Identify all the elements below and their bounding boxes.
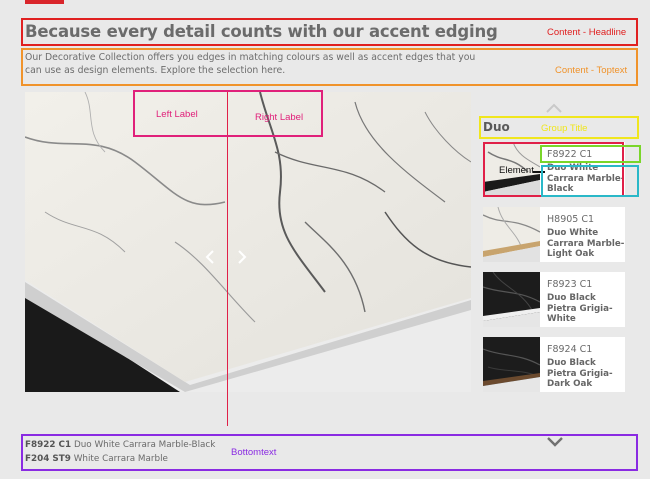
chevron-left-icon[interactable]: [205, 250, 215, 268]
item-code: F8923 C1: [547, 279, 593, 290]
annotation-label-right: Right Label: [255, 112, 304, 123]
chevron-right-icon[interactable]: [237, 250, 247, 268]
item-name: Duo Black Pietra Grigia-Dark Oak: [547, 358, 613, 389]
list-item[interactable]: F8923 C1 Duo Black Pietra Grigia-White: [483, 272, 625, 327]
item-code: F8924 C1: [547, 344, 593, 355]
annotation-label-toptext: Content - Toptext: [555, 65, 628, 76]
swatch-thumbnail: [483, 207, 540, 262]
chevron-up-icon[interactable]: [546, 98, 562, 117]
item-name: Duo Black Pietra Grigia-White: [547, 293, 613, 324]
annotation-box-name: [541, 165, 639, 197]
annotation-label-bottomtext: Bottomtext: [231, 447, 277, 458]
swatch-thumbnail: [483, 272, 540, 327]
annotation-box-toptext: [21, 48, 638, 86]
annotation-label-group-title: Group Title: [541, 123, 588, 134]
swatch-thumbnail: [483, 337, 540, 392]
product-image: [25, 92, 471, 392]
annotation-box-bottomtext: [21, 434, 638, 471]
item-code: H8905 C1: [547, 214, 595, 225]
annotation-label-left: Left Label: [156, 109, 198, 120]
list-item[interactable]: H8905 C1 Duo White Carrara Marble-Light …: [483, 207, 625, 262]
annotation-box-headline: [21, 18, 638, 46]
compare-divider[interactable]: [227, 92, 228, 426]
annotation-box-code: [540, 145, 641, 163]
item-name: Duo White Carrara Marble-Light Oak: [547, 228, 625, 259]
annotation-label-element: Element: [499, 165, 534, 176]
list-item[interactable]: F8924 C1 Duo Black Pietra Grigia-Dark Oa…: [483, 337, 625, 392]
marble-slab-illustration: [25, 92, 471, 392]
annotation-label-headline: Content - Headline: [547, 27, 627, 38]
brand-tab: [25, 0, 64, 4]
